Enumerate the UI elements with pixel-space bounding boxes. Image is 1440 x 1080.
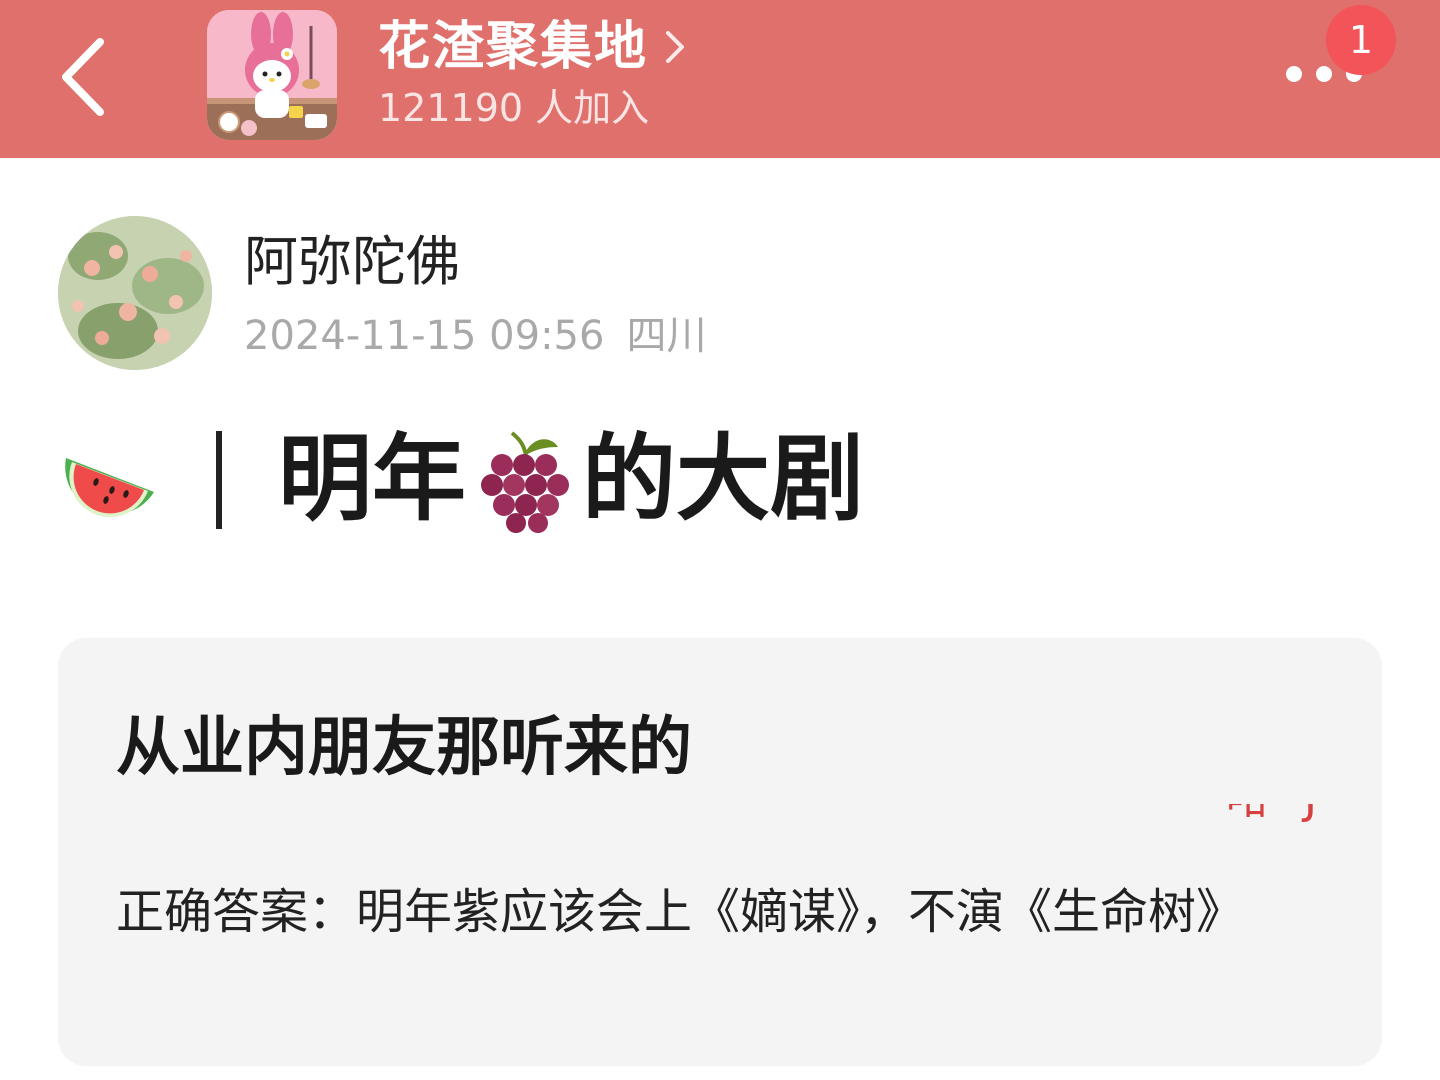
post-title-text: 明年 的大剧 xyxy=(278,420,864,540)
more-dot-icon xyxy=(1286,66,1302,82)
post-title: 明年 的大剧 xyxy=(60,420,864,540)
chevron-left-icon xyxy=(62,38,104,116)
title-after: 的大剧 xyxy=(582,425,865,534)
title-divider xyxy=(216,431,222,529)
content-card: 从业内朋友那听来的 咁 J 正确答案：明年紫应该会上《嫡谋》，不演《生命树》 xyxy=(58,638,1382,1066)
chevron-right-icon xyxy=(666,31,685,63)
group-avatar[interactable] xyxy=(207,10,337,140)
post-location: 四川 xyxy=(626,313,707,359)
member-count: 121190 人加入 xyxy=(378,86,650,130)
card-headline: 从业内朋友那听来的 xyxy=(116,711,692,785)
grapes-icon xyxy=(481,431,570,533)
flower-wall-avatar-image xyxy=(58,216,212,370)
post-meta: 2024-11-15 09:56 四川 xyxy=(244,310,706,362)
author-name[interactable]: 阿弥陀佛 xyxy=(244,226,460,298)
more-dot-icon xyxy=(1316,66,1332,82)
card-fragment-text: 咁 J xyxy=(1226,804,1327,821)
notification-badge[interactable]: 1 xyxy=(1326,5,1396,75)
title-before: 明年 xyxy=(278,425,467,534)
melody-mascot-image xyxy=(207,10,337,140)
watermelon-icon xyxy=(65,458,154,518)
group-title-link[interactable]: 花渣聚集地 xyxy=(378,16,688,78)
top-bar: 花渣聚集地 121190 人加入 1 xyxy=(0,0,1440,158)
group-name: 花渣聚集地 xyxy=(378,17,649,77)
author-avatar[interactable] xyxy=(58,216,212,370)
card-partial-text: 咁 J xyxy=(1226,804,1327,830)
post-date: 2024-11-15 09:56 xyxy=(244,313,605,359)
back-button[interactable] xyxy=(50,30,120,120)
card-answer-text: 正确答案：明年紫应该会上《嫡谋》，不演《生命树》 xyxy=(116,884,1245,940)
